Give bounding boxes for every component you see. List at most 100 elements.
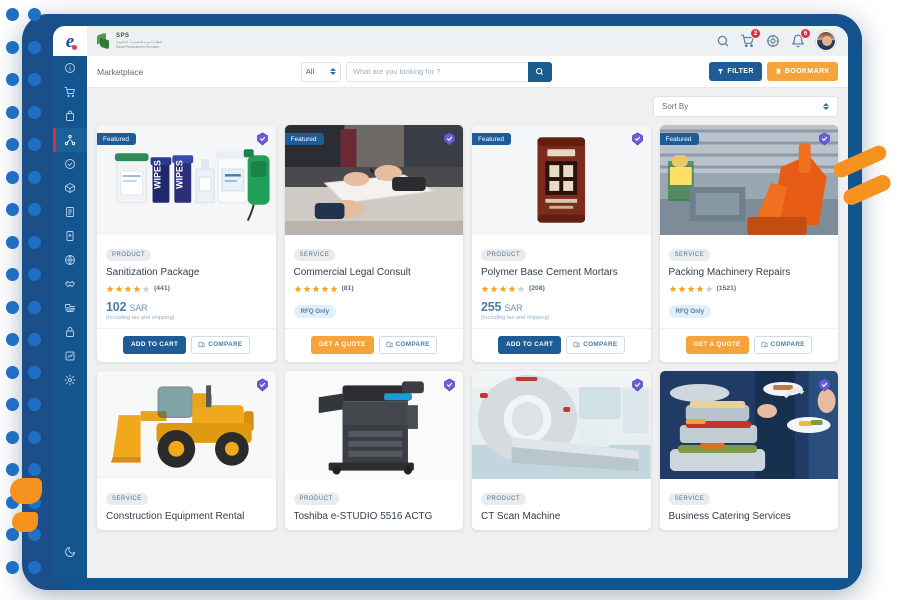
header-icon-group: 2 6	[716, 28, 836, 51]
compass-icon-button[interactable]	[766, 34, 780, 48]
verified-badge	[818, 378, 831, 392]
spiral-ring	[28, 170, 41, 184]
add-to-cart-button[interactable]: ADD TO CART	[122, 335, 187, 354]
card-title: Business Catering Services	[668, 510, 791, 522]
product-card[interactable]: SERVICE Business Catering Services	[659, 370, 838, 530]
search-input[interactable]	[345, 61, 528, 82]
filter-button[interactable]: FILTER	[709, 62, 762, 81]
product-card[interactable]: PRODUCT CT Scan Machine	[472, 370, 651, 530]
price: 102 SAR	[106, 300, 267, 314]
spiral-ring	[6, 105, 19, 119]
compare-button[interactable]: COMPARE	[378, 335, 437, 354]
sidebar-item-network[interactable]	[53, 128, 87, 152]
product-card[interactable]: Featured PRODUCT Polymer Base Cement Mor…	[472, 125, 651, 362]
spiral-ring	[28, 365, 41, 379]
review-count: (1521)	[716, 285, 737, 292]
sidebar-item-gear[interactable]	[53, 368, 87, 392]
sps-logo-text: SPS النظام الموحد للمشتريات الحكومية Sau…	[116, 33, 162, 50]
price-value: 102	[106, 299, 127, 314]
star-icon	[705, 285, 712, 292]
star-icon	[133, 285, 141, 292]
app-logo[interactable]: e	[53, 26, 87, 56]
search-submit-button[interactable]	[527, 61, 552, 82]
card-title: Toshiba e-STUDIO 5516 ACTG	[293, 510, 433, 522]
cart-icon-button[interactable]: 2	[741, 28, 761, 48]
logo-letter: e	[65, 30, 78, 52]
search-icon-button[interactable]	[716, 34, 730, 48]
sidebar-item-check-circle[interactable]	[53, 152, 87, 176]
verified-badge-icon	[819, 132, 830, 146]
review-count: (441)	[154, 285, 170, 292]
product-card[interactable]: SERVICE Construction Equipment Rental	[97, 370, 276, 531]
sidebar-item-cart[interactable]	[53, 80, 87, 104]
file-icon	[66, 231, 74, 241]
star-icon	[499, 285, 507, 292]
sidebar-item-handshake[interactable]	[53, 272, 87, 296]
price-value: 255	[481, 299, 502, 314]
bell-badge: 6	[800, 28, 811, 39]
star-icon	[124, 285, 132, 292]
card-body: SERVICE Construction Equipment Rental	[97, 479, 276, 531]
app-window: e SPS النظام الموحد للمشتريات الحكومية S…	[53, 26, 848, 578]
verified-badge	[443, 132, 456, 146]
funnel-icon	[718, 69, 724, 75]
compare-icon	[198, 341, 205, 348]
sidebar-item-bag[interactable]	[53, 104, 87, 128]
product-card[interactable]: Featured WIPES WIPES PRODUCT Sanitizatio…	[97, 125, 276, 362]
sidebar-item-chart[interactable]	[53, 344, 87, 368]
sidebar-item-list[interactable]	[53, 200, 87, 224]
price-note: (Including tax and shipping)	[106, 314, 175, 321]
compare-button[interactable]: COMPARE	[566, 335, 625, 354]
card-media	[97, 370, 276, 479]
type-chip: SERVICE	[106, 492, 148, 505]
cta-label: GET A QUOTE	[318, 341, 366, 348]
chart-icon	[65, 351, 75, 361]
search-toolbar: Marketplace All FILTER	[87, 56, 848, 88]
sidebar-item-globe[interactable]	[53, 248, 87, 272]
star-icon	[517, 285, 525, 292]
rfq-badge: RFQ Only	[293, 304, 337, 318]
category-select[interactable]: All	[300, 61, 341, 82]
product-card[interactable]: Featured SERVICE Packing Machinery Repai	[659, 125, 838, 362]
sidebar-item-lock[interactable]	[53, 320, 87, 344]
get-a-quote-button[interactable]: GET A QUOTE	[685, 335, 749, 354]
spiral-ring	[28, 138, 41, 151]
star-icon	[687, 285, 694, 292]
filter-button-label: FILTER	[727, 68, 754, 75]
product-card[interactable]: PRODUCT Toshiba e-STUDIO 5516 ACTG	[284, 370, 463, 530]
card-media	[659, 370, 838, 479]
spiral-ring	[6, 430, 19, 444]
sort-by-select[interactable]: Sort By	[653, 96, 838, 117]
get-a-quote-button[interactable]: GET A QUOTE	[310, 335, 374, 354]
sidebar-item-box[interactable]	[53, 176, 87, 200]
star-icon	[115, 285, 123, 292]
sidebar-item-info[interactable]	[53, 56, 87, 80]
orange-accent-left-bottom	[12, 512, 38, 532]
main-area: SPS النظام الموحد للمشتريات الحكومية Sau…	[87, 26, 848, 578]
add-to-cart-button[interactable]: ADD TO CART	[497, 335, 562, 354]
sps-abbr: SPS	[116, 32, 130, 39]
spiral-ring	[28, 333, 41, 346]
product-card[interactable]: Featured SERVICE Commercial Legal Consul…	[284, 125, 463, 362]
star-icon	[312, 285, 319, 292]
toolbar-actions: FILTER BOOKMARK	[709, 62, 838, 81]
compare-icon	[573, 341, 580, 348]
featured-badge: Featured	[284, 133, 324, 145]
bookmark-button[interactable]: BOOKMARK	[766, 62, 838, 81]
avatar[interactable]	[816, 31, 836, 51]
sidebar-item-file[interactable]	[53, 224, 87, 248]
compare-button[interactable]: COMPARE	[753, 335, 812, 354]
compare-icon	[386, 341, 392, 348]
marketplace-content: Sort By Featured WIPES WIPES PRODUCT San…	[87, 88, 848, 578]
bell-icon-button[interactable]: 6	[791, 28, 811, 48]
verified-badge-icon	[444, 378, 455, 391]
spiral-ring	[6, 268, 19, 281]
star-icon	[294, 285, 301, 292]
star-icon	[330, 285, 337, 292]
bookmark-icon	[776, 68, 781, 75]
compare-button[interactable]: COMPARE	[191, 335, 250, 354]
review-count: (208)	[529, 285, 545, 292]
sps-logo[interactable]: SPS النظام الموحد للمشتريات الحكومية Sau…	[97, 32, 162, 50]
sidebar-item-dark-mode[interactable]	[53, 540, 87, 564]
sidebar-item-data[interactable]	[53, 296, 87, 320]
